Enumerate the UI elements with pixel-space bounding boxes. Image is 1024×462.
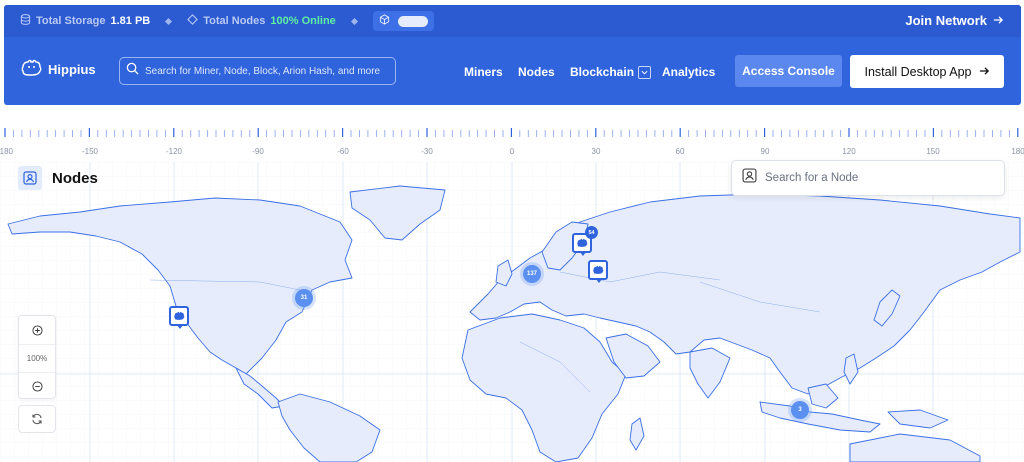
arrow-right-icon [993, 13, 1004, 28]
arrow-right-icon [979, 65, 990, 79]
install-desktop-app-label: Install Desktop App [864, 64, 972, 79]
zoom-in-button[interactable] [19, 316, 55, 344]
nodes-title-text: Nodes [52, 169, 98, 187]
brand-name: Hippius [48, 62, 96, 77]
brand-logo[interactable]: Hippius [20, 59, 96, 80]
toggle-pill[interactable] [397, 15, 428, 27]
user-badge-icon [742, 168, 757, 188]
join-network-label: Join Network [905, 13, 987, 28]
tick-label: 60 [675, 147, 685, 156]
node-pin-eastern-europe[interactable] [588, 260, 608, 283]
minus-circle-icon [31, 381, 43, 392]
tick-label: -150 [81, 147, 99, 156]
separator-dot [350, 17, 358, 25]
diamond-icon [187, 14, 199, 28]
hippo-node-icon [174, 311, 185, 320]
main-navbar: Hippius Miners Nodes Blockchain Analytic… [4, 37, 1021, 105]
node-pin-us-west[interactable] [169, 306, 189, 329]
nav-blockchain-label: Blockchain [570, 65, 635, 79]
nav-blockchain[interactable]: Blockchain [570, 65, 652, 79]
nodes-heading: Nodes [18, 166, 98, 190]
tick-label: 150 [926, 147, 940, 156]
longitude-ruler [4, 128, 1019, 137]
node-cluster-europe-west[interactable]: 137 [523, 265, 541, 283]
tick-label: -30 [421, 147, 433, 156]
user-badge-icon [18, 166, 42, 190]
node-count-badge: 54 [585, 226, 598, 239]
total-nodes-value: 100% Online [270, 15, 336, 27]
nav-miners-label: Miners [464, 65, 503, 79]
refresh-icon [32, 413, 42, 425]
zoom-out-button[interactable] [19, 372, 55, 400]
top-header: Total Storage 1.81 PB Total Nodes 100% O… [4, 5, 1021, 105]
world-map[interactable] [0, 162, 1024, 462]
join-network-link[interactable]: Join Network [905, 13, 1004, 28]
total-storage-value: 1.81 PB [110, 15, 151, 27]
nav-nodes-label: Nodes [518, 65, 555, 79]
tick-label: -60 [337, 147, 349, 156]
node-search-input[interactable] [765, 172, 985, 184]
node-cluster-us-east[interactable]: 31 [295, 289, 313, 307]
node-search[interactable] [731, 160, 1005, 196]
hippo-node-icon [593, 265, 604, 274]
tick-label: 90 [760, 147, 770, 156]
nav-nodes[interactable]: Nodes [518, 65, 555, 79]
cube-icon [379, 12, 390, 30]
zoom-level: 100% [19, 344, 55, 372]
tick-label: 0 [509, 147, 515, 156]
nav-analytics-label: Analytics [662, 65, 716, 79]
total-nodes-stat: Total Nodes 100% Online [187, 14, 336, 28]
nav-miners[interactable]: Miners [464, 65, 503, 79]
separator-dot [165, 17, 173, 25]
total-storage-label: Total Storage [36, 15, 106, 27]
hippo-node-icon [577, 238, 588, 247]
world-map-section: -180 -150 -120 -90 -60 -30 0 30 60 90 12… [0, 118, 1024, 462]
chevron-down-icon [638, 65, 652, 79]
reset-view-button[interactable] [18, 405, 56, 433]
longitude-tick-labels: -180 -150 -120 -90 -60 -30 0 30 60 90 12… [0, 147, 1024, 159]
database-icon [20, 14, 31, 28]
tick-label: -120 [165, 147, 183, 156]
hippo-logo-icon [20, 59, 42, 80]
tick-label: 120 [842, 147, 856, 156]
install-desktop-app-button[interactable]: Install Desktop App [850, 55, 1004, 88]
tick-label: -90 [252, 147, 264, 156]
global-search[interactable] [119, 57, 396, 85]
tick-label: 30 [591, 147, 601, 156]
global-search-input[interactable] [145, 65, 385, 77]
access-console-button[interactable]: Access Console [735, 55, 842, 87]
tick-label: -180 [0, 147, 14, 156]
node-cluster-southeast-asia[interactable]: 3 [791, 401, 809, 419]
network-status-bar: Total Storage 1.81 PB Total Nodes 100% O… [4, 5, 1021, 37]
tick-label: 180 [1011, 147, 1024, 156]
search-icon [126, 62, 139, 80]
plus-circle-icon [31, 324, 43, 336]
total-nodes-label: Total Nodes [203, 15, 266, 27]
nav-analytics[interactable]: Analytics [662, 65, 715, 79]
total-storage-stat: Total Storage 1.81 PB [20, 14, 150, 28]
zoom-controls: 100% [18, 315, 56, 399]
block-toggle[interactable] [372, 11, 434, 31]
